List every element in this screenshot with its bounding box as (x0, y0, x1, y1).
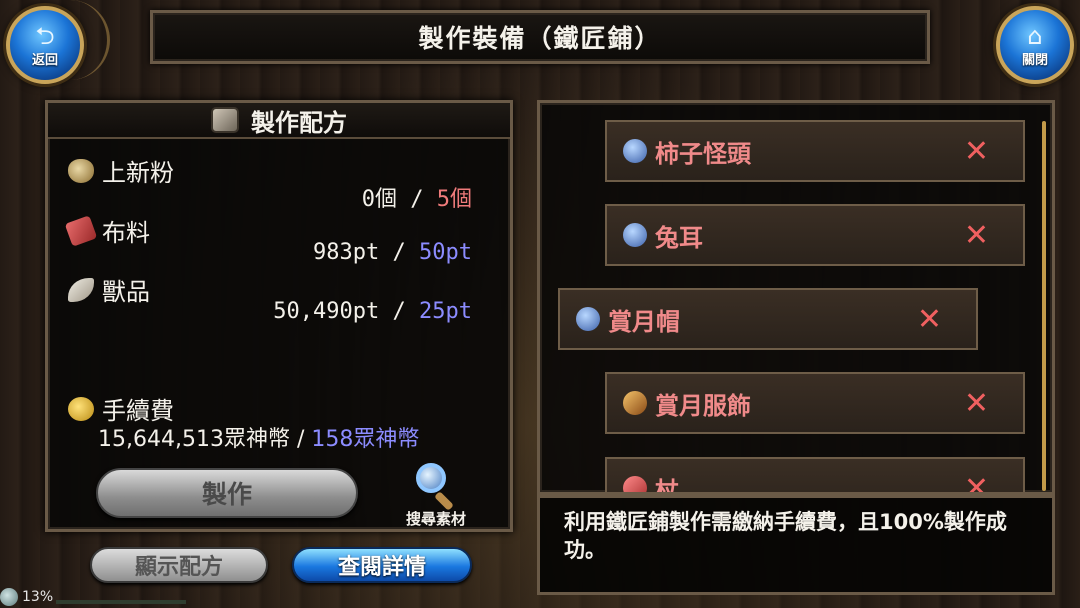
quantity-separator: / (410, 187, 424, 212)
fang-icon (68, 277, 94, 302)
page-title: 製作裝備（鐵匠鋪） (418, 24, 662, 53)
hat-icon (623, 139, 647, 163)
magnifier-icon (416, 463, 446, 493)
craft-button[interactable]: 製作 (96, 468, 358, 518)
search-materials-button[interactable]: 搜尋素材 (394, 463, 478, 529)
globe-icon (0, 588, 18, 606)
quantity-separator: / (296, 427, 305, 452)
recipe-header-label: 製作配方 (251, 108, 347, 137)
material-have: 50,490pt (273, 299, 380, 324)
material-name-row: 布料 (64, 213, 150, 248)
hat-icon (623, 223, 647, 247)
cross-icon: ✕ (963, 470, 989, 495)
status-percent: 13% (22, 589, 54, 605)
coin-icon (68, 396, 94, 421)
material-have: 983pt (313, 240, 380, 265)
status-indicator: 13% (0, 588, 186, 606)
cross-icon: ✕ (963, 133, 989, 169)
info-text: 利用鐵匠鋪製作需繳納手續費，且100%製作成功。 (564, 510, 1007, 562)
home-icon: ⌂ (1027, 21, 1043, 50)
info-message-box: 利用鐵匠鋪製作需繳納手續費，且100%製作成功。 (537, 495, 1055, 595)
material-quantity: 983pt / 50pt (313, 240, 472, 265)
list-item-name: 賞月帽 (608, 307, 680, 336)
cross-icon: ✕ (963, 217, 989, 253)
material-name: 上新粉 (102, 159, 174, 187)
hat-icon (576, 307, 600, 331)
list-item-name: 柿子怪頭 (655, 139, 751, 168)
close-button[interactable]: ⌂ 關閉 (996, 6, 1074, 84)
search-materials-label: 搜尋素材 (405, 510, 466, 528)
back-button[interactable]: ⮌ 返回 (6, 6, 84, 84)
close-label: 關閉 (1021, 52, 1048, 68)
view-detail-button[interactable]: 查閱詳情 (292, 547, 472, 583)
list-item-selected[interactable]: 賞月帽 ✕ (558, 288, 978, 350)
staff-icon (623, 476, 647, 492)
material-name-row: 獸品 (68, 272, 150, 307)
material-quantity: 50,490pt / 25pt (273, 299, 472, 324)
anvil-icon (211, 107, 239, 133)
powder-icon (68, 158, 94, 183)
return-arrow-icon: ⮌ (35, 21, 55, 50)
fee-have: 15,644,513眾神幣 (98, 427, 290, 452)
quantity-separator: / (392, 299, 406, 324)
material-need: 25pt (419, 299, 472, 324)
show-recipe-button[interactable]: 顯示配方 (90, 547, 268, 583)
list-item[interactable]: 賞月服飾 ✕ (605, 372, 1025, 434)
recipe-panel-header: 製作配方 (48, 103, 510, 139)
back-label: 返回 (31, 52, 58, 68)
material-name-row: 上新粉 (68, 153, 174, 188)
material-need: 50pt (419, 240, 472, 265)
list-item[interactable]: 杖 ✕ (605, 457, 1025, 495)
cloth-icon (64, 214, 98, 247)
list-item-name: 杖 (655, 476, 679, 495)
recipe-panel: 製作配方 上新粉 0個 / 5個 布料 983pt / 50pt 獸品 50,4… (45, 100, 513, 532)
fee-quantity: 15,644,513眾神幣 / 158眾神幣 (98, 421, 419, 453)
list-item[interactable]: 柿子怪頭 ✕ (605, 120, 1025, 182)
cross-icon: ✕ (916, 301, 942, 337)
list-item-name: 賞月服飾 (655, 391, 751, 420)
material-name: 獸品 (102, 278, 150, 306)
material-name: 布料 (102, 219, 150, 247)
clothes-icon (623, 391, 647, 415)
scrollbar[interactable] (1042, 121, 1046, 491)
material-need: 5個 (436, 187, 472, 212)
list-item-name: 兔耳 (655, 223, 703, 252)
material-quantity: 0個 / 5個 (362, 181, 472, 213)
material-have: 0個 (361, 187, 397, 212)
status-progress-bar (56, 600, 186, 604)
quantity-separator: / (392, 240, 406, 265)
equipment-list[interactable]: 柿子怪頭 ✕ 兔耳 ✕ 賞月帽 ✕ 賞月服飾 ✕ 杖 ✕ (537, 100, 1055, 495)
title-bar: 製作裝備（鐵匠鋪） (150, 10, 930, 64)
cross-icon: ✕ (963, 385, 989, 421)
list-item[interactable]: 兔耳 ✕ (605, 204, 1025, 266)
fee-need: 158眾神幣 (311, 427, 420, 452)
